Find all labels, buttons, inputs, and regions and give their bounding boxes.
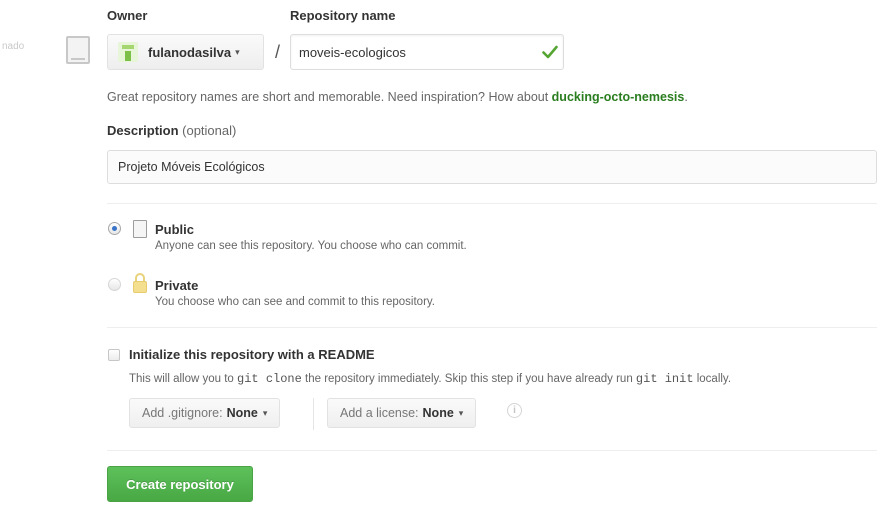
readme-desc-part: locally. (693, 373, 732, 385)
private-radio[interactable] (108, 278, 121, 291)
private-option-description: You choose who can see and commit to thi… (155, 296, 435, 308)
gitignore-value: None (226, 406, 258, 420)
info-icon[interactable]: i (507, 403, 522, 418)
private-option-title: Private (155, 278, 199, 293)
suggestion-link[interactable]: ducking-octo-nemesis (552, 90, 685, 104)
chevron-down-icon: ▾ (458, 407, 464, 418)
chevron-down-icon: ▾ (262, 407, 268, 418)
select-separator (313, 398, 314, 430)
divider (107, 203, 877, 204)
identicon-avatar-icon (118, 42, 138, 62)
divider (107, 450, 877, 451)
owner-name: fulanodasilva (148, 44, 232, 60)
hint-suffix: . (684, 90, 688, 104)
public-option-description: Anyone can see this repository. You choo… (155, 240, 467, 252)
repository-name-input[interactable] (290, 34, 564, 70)
readme-checkbox[interactable] (108, 349, 120, 361)
license-value: None (422, 406, 454, 420)
gitignore-select-button[interactable]: Add .gitignore: None ▾ (129, 398, 281, 428)
readme-option-description: This will allow you to git clone the rep… (129, 372, 731, 386)
description-optional-label: (optional) (182, 123, 237, 138)
license-label: Add a license: (340, 406, 419, 420)
create-repository-button[interactable]: Create repository (107, 466, 253, 502)
git-init-code: git init (635, 372, 694, 386)
readme-desc-part: the repository immediately. Skip this st… (301, 373, 636, 385)
repo-book-icon (66, 36, 90, 64)
description-label: Description (optional) (107, 123, 236, 138)
description-input[interactable] (107, 150, 877, 184)
repository-name-label: Repository name (290, 8, 396, 23)
hint-text: Great repository names are short and mem… (107, 90, 552, 104)
license-select-button[interactable]: Add a license: None ▾ (327, 398, 477, 428)
owner-label: Owner (107, 8, 148, 23)
repo-book-icon (133, 220, 147, 238)
owner-side-label: nado (2, 41, 25, 52)
description-label-text: Description (107, 123, 179, 138)
divider (107, 327, 877, 328)
owner-select-button[interactable]: fulanodasilva ▾ (107, 34, 264, 70)
readme-desc-part: This will allow you to (129, 373, 238, 385)
chevron-down-icon: ▾ (235, 46, 240, 57)
gitignore-label: Add .gitignore: (142, 406, 223, 420)
public-option-title: Public (155, 222, 195, 237)
owner-repo-separator: / (275, 42, 281, 62)
lock-body-icon (133, 281, 147, 293)
public-radio[interactable] (108, 222, 121, 235)
readme-option-title: Initialize this repository with a README (129, 347, 375, 362)
git-clone-code: git clone (237, 372, 302, 386)
check-icon (542, 45, 558, 59)
repository-name-hint: Great repository names are short and mem… (107, 90, 688, 104)
